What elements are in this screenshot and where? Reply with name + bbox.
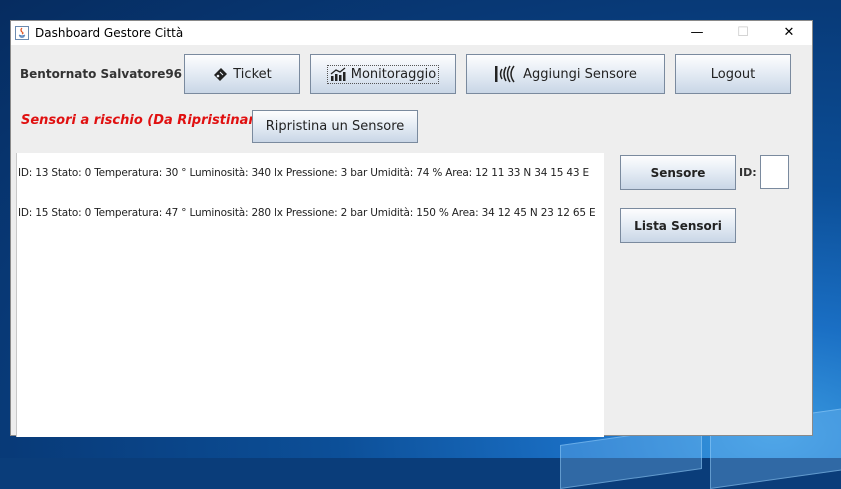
sensori-rischio-label: Sensori a rischio (Da Ripristinare):: [21, 113, 275, 128]
aggiungi-sensore-label: Aggiungi Sensore: [523, 66, 637, 82]
minimize-button[interactable]: —: [674, 21, 720, 45]
chart-icon: [330, 67, 346, 81]
aggiungi-sensore-button[interactable]: Aggiungi Sensore: [466, 54, 665, 94]
ticket-label: Ticket: [233, 66, 272, 82]
ticket-button[interactable]: Ticket: [184, 54, 300, 94]
logout-button[interactable]: Logout: [675, 54, 791, 94]
id-label: ID:: [739, 166, 757, 179]
lista-sensori-label: Lista Sensori: [634, 218, 722, 233]
dashboard-window: Dashboard Gestore Città — ☐ ✕ Bentornato…: [10, 20, 813, 437]
window-title: Dashboard Gestore Città: [35, 26, 184, 40]
maximize-button[interactable]: ☐: [720, 21, 766, 45]
welcome-label: Bentornato Salvatore96: [20, 67, 183, 81]
ticket-icon: [214, 68, 228, 81]
ripristina-label: Ripristina un Sensore: [265, 119, 405, 134]
monitoraggio-label: Monitoraggio: [350, 66, 437, 82]
title-bar: Dashboard Gestore Città — ☐ ✕: [11, 21, 812, 45]
monitoraggio-focus: Monitoraggio: [326, 64, 440, 84]
ripristina-sensore-button[interactable]: Ripristina un Sensore: [252, 110, 418, 143]
sensor-wave-icon: [495, 65, 515, 83]
lista-sensori-button[interactable]: Lista Sensori: [620, 208, 736, 243]
sensore-button[interactable]: Sensore: [620, 155, 736, 190]
sensori-text-area[interactable]: ID: 13 Stato: 0 Temperatura: 30 ° Lumino…: [16, 153, 604, 437]
java-app-icon: [15, 26, 29, 40]
sensor-row: ID: 13 Stato: 0 Temperatura: 30 ° Lumino…: [18, 167, 589, 179]
sensor-row: ID: 15 Stato: 0 Temperatura: 47 ° Lumino…: [18, 207, 596, 219]
id-input[interactable]: [760, 155, 789, 189]
sensore-label: Sensore: [650, 165, 706, 180]
monitoraggio-button[interactable]: Monitoraggio: [310, 54, 456, 94]
logout-label: Logout: [710, 66, 756, 82]
close-button[interactable]: ✕: [766, 21, 812, 45]
